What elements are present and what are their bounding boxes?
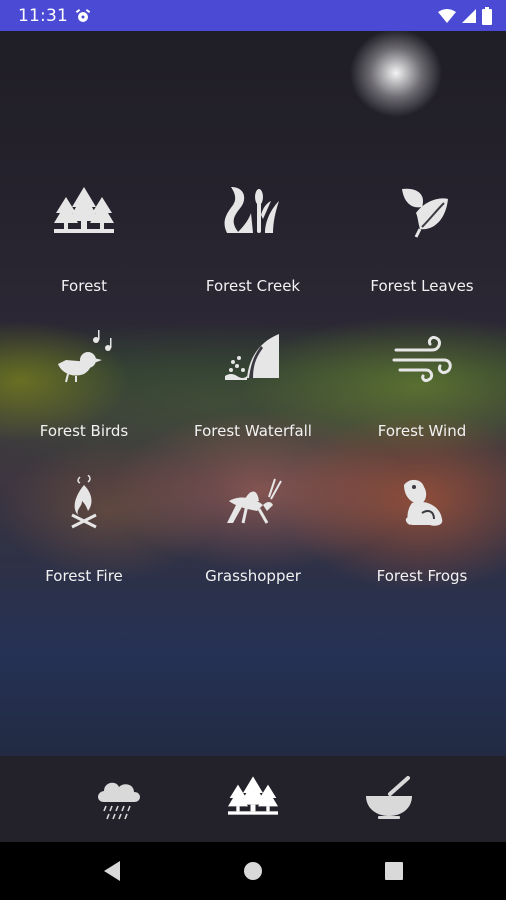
wind-icon (392, 330, 452, 386)
sound-label: Forest Waterfall (194, 422, 312, 440)
status-bar: 11:31 (0, 0, 506, 31)
sound-label: Forest (60, 277, 108, 295)
sound-label: Forest Birds (39, 422, 129, 440)
home-icon[interactable] (240, 858, 266, 884)
wifi-icon (438, 9, 456, 23)
waterfall-icon (223, 330, 283, 386)
bowl-icon (366, 776, 412, 819)
status-time: 11:31 (18, 6, 68, 26)
nav-rain[interactable] (94, 774, 144, 822)
sound-tile-forest-leaves[interactable]: Forest Leaves (338, 185, 506, 295)
sound-tile-forest-waterfall[interactable]: Forest Waterfall (169, 330, 337, 440)
sound-label: Grasshopper (205, 567, 301, 585)
recents-icon[interactable] (381, 858, 407, 884)
sound-label: Forest Fire (45, 567, 123, 585)
nav-meditation[interactable] (364, 774, 414, 822)
system-navigation-bar (0, 842, 506, 900)
sound-label: Forest Creek (205, 277, 301, 295)
status-indicators (438, 6, 492, 26)
sound-tile-forest-birds[interactable]: Forest Birds (0, 330, 168, 440)
frog-icon (392, 475, 452, 531)
sound-tile-forest-creek[interactable]: Forest Creek (169, 185, 337, 295)
leaves-icon (392, 185, 452, 241)
nav-forest[interactable] (228, 774, 278, 822)
sound-tile-grasshopper[interactable]: Grasshopper (169, 475, 337, 585)
alarm-icon (75, 9, 91, 22)
grasshopper-icon (223, 475, 283, 531)
creek-icon (223, 185, 283, 241)
rain-cloud-icon (98, 782, 140, 820)
forest-icon (54, 185, 114, 241)
birds-icon (54, 330, 114, 386)
sound-label: Forest Wind (377, 422, 467, 440)
bottom-navigation (0, 756, 506, 842)
back-icon[interactable] (100, 858, 126, 884)
signal-icon (462, 9, 476, 23)
sound-tile-forest[interactable]: Forest (0, 185, 168, 295)
fire-icon (54, 475, 114, 531)
sound-label: Forest Frogs (376, 567, 468, 585)
sound-label: Forest Leaves (370, 277, 474, 295)
battery-icon (482, 7, 492, 25)
sound-tile-forest-frogs[interactable]: Forest Frogs (338, 475, 506, 585)
sound-tile-forest-wind[interactable]: Forest Wind (338, 330, 506, 440)
forest-icon (228, 776, 278, 815)
sound-tile-forest-fire[interactable]: Forest Fire (0, 475, 168, 585)
